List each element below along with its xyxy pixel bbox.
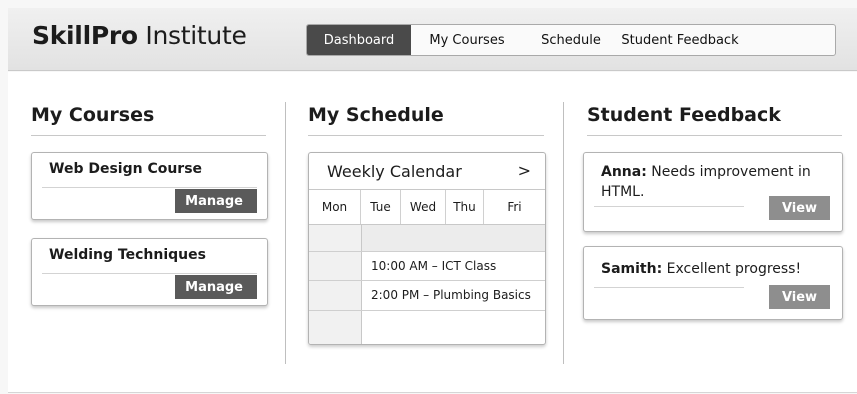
card-divider [42, 273, 257, 274]
weekday-tue: Tue [361, 190, 401, 224]
calendar-row-line [309, 310, 545, 311]
dashboard-panel: My Courses Web Design Course Manage Weld… [8, 72, 857, 393]
calendar-weekdays: Mon Tue Wed Thu Fri [309, 190, 545, 225]
calendar-time-column [309, 225, 362, 344]
feedback-heading-rule [587, 135, 842, 136]
calendar-row-line [309, 251, 545, 252]
card-divider [594, 206, 744, 207]
calendar-row-line [309, 280, 545, 281]
feedback-author: Anna: [601, 164, 647, 180]
brand-name-bold: SkillPro [32, 21, 138, 50]
courses-heading: My Courses [31, 104, 155, 126]
course-card: Welding Techniques Manage [31, 238, 268, 306]
schedule-heading-rule [308, 135, 544, 136]
feedback-heading: Student Feedback [587, 104, 781, 126]
course-card: Web Design Course Manage [31, 152, 268, 220]
weekday-fri: Fri [507, 200, 522, 214]
app-header: SkillPro Institute Dashboard My Courses … [8, 8, 857, 71]
tab-my-courses[interactable]: My Courses [411, 25, 523, 55]
feedback-card: Samith: Excellent progress! View [583, 246, 843, 320]
tab-schedule[interactable]: Schedule [523, 25, 619, 55]
calendar-empty-slot [362, 225, 545, 251]
schedule-heading: My Schedule [308, 104, 444, 126]
manage-button[interactable]: Manage [175, 275, 257, 299]
tab-student-feedback[interactable]: Student Feedback [619, 25, 741, 55]
weekday-wed: Wed [401, 190, 446, 224]
brand-logo: SkillPro Institute [32, 21, 247, 50]
brand-name-light: Institute [137, 21, 247, 50]
view-button[interactable]: View [769, 285, 830, 309]
tab-dashboard[interactable]: Dashboard [307, 25, 411, 55]
calendar-event[interactable]: 10:00 AM – ICT Class [371, 259, 496, 273]
main-nav: Dashboard My Courses Schedule Student Fe… [306, 24, 836, 56]
view-button[interactable]: View [769, 196, 830, 220]
next-week-button[interactable]: > [518, 161, 531, 180]
weekday-mon: Mon [309, 190, 361, 224]
calendar-title: Weekly Calendar [327, 162, 462, 181]
feedback-message: Excellent progress! [662, 261, 802, 277]
courses-heading-rule [31, 135, 266, 136]
feedback-author: Samith: [601, 261, 663, 277]
feedback-text: Samith: Excellent progress! [601, 259, 811, 279]
column-divider [563, 102, 564, 364]
feedback-card: Anna: Needs improvement in HTML. View [583, 152, 843, 232]
calendar-event[interactable]: 2:00 PM – Plumbing Basics [371, 288, 531, 302]
course-name: Web Design Course [49, 161, 203, 177]
calendar-header: Weekly Calendar > [309, 153, 545, 190]
manage-button[interactable]: Manage [175, 189, 257, 213]
card-divider [42, 187, 257, 188]
column-divider [285, 102, 286, 364]
weekly-calendar: Weekly Calendar > Mon Tue Wed Thu Fri 10… [308, 152, 546, 345]
card-divider [594, 287, 744, 288]
course-name: Welding Techniques [49, 247, 206, 263]
weekday-thu: Thu [446, 190, 484, 224]
